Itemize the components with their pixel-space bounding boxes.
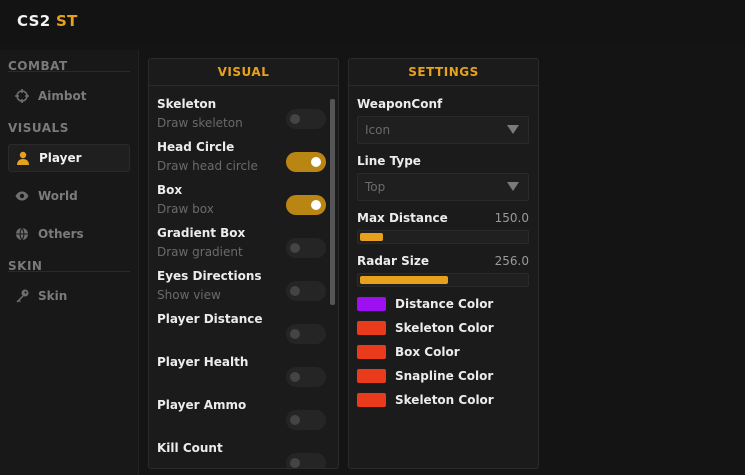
color-swatch[interactable] <box>357 393 386 407</box>
sidebar: COMBAT Aimbot VISUALS Player World Other… <box>0 50 139 475</box>
toggle-knob <box>290 286 300 296</box>
visual-option-row: Gradient Box Draw gradient <box>157 226 326 259</box>
sidebar-divider <box>8 271 130 272</box>
option-toggle[interactable] <box>286 367 326 387</box>
app-title-accent: ST <box>55 12 78 30</box>
color-setting-row: Box Color <box>357 345 460 359</box>
sidebar-item-label: World <box>38 189 78 203</box>
sidebar-item-label: Others <box>38 227 84 241</box>
color-label: Distance Color <box>395 297 494 311</box>
color-setting-row: Snapline Color <box>357 369 493 383</box>
sidebar-item-world[interactable]: World <box>8 182 130 210</box>
option-toggle[interactable] <box>286 152 326 172</box>
chevron-down-icon <box>507 182 519 191</box>
color-swatch[interactable] <box>357 369 386 383</box>
toggle-knob <box>290 415 300 425</box>
sidebar-item-player[interactable]: Player <box>8 144 130 172</box>
sidebar-divider <box>8 71 130 72</box>
option-toggle[interactable] <box>286 324 326 344</box>
visual-option-row: Box Draw box <box>157 183 326 216</box>
sidebar-item-label: Aimbot <box>38 89 87 103</box>
toggle-knob <box>290 458 300 468</box>
radar-size-value: 256.0 <box>494 254 529 268</box>
visual-option-row: Player Ammo <box>157 398 326 430</box>
visual-scrollbar[interactable] <box>330 99 335 305</box>
max-distance-fill <box>360 233 383 241</box>
line-type-dropdown[interactable]: Top <box>357 173 529 201</box>
option-toggle[interactable] <box>286 281 326 301</box>
weapon-conf-label: WeaponConf <box>357 97 443 111</box>
color-swatch[interactable] <box>357 345 386 359</box>
settings-panel: SETTINGS WeaponConf Icon Line Type Top M… <box>348 58 539 469</box>
visual-option-row: Head Circle Draw head circle <box>157 140 326 173</box>
weapon-conf-value: Icon <box>365 123 391 137</box>
color-swatch[interactable] <box>357 321 386 335</box>
visual-panel-header: VISUAL <box>149 59 338 86</box>
max-distance-slider[interactable] <box>357 230 529 244</box>
toggle-knob <box>311 200 321 210</box>
color-label: Box Color <box>395 345 460 359</box>
option-toggle[interactable] <box>286 195 326 215</box>
title-bar: CS2 ST <box>0 0 745 44</box>
color-swatch[interactable] <box>357 297 386 311</box>
sidebar-item-others[interactable]: Others <box>8 220 130 248</box>
eye-icon <box>15 189 29 203</box>
settings-panel-header: SETTINGS <box>349 59 538 86</box>
app-title: CS2 <box>17 12 51 30</box>
person-icon <box>16 151 30 165</box>
key-icon <box>15 289 29 303</box>
max-distance-value: 150.0 <box>494 211 529 225</box>
sidebar-item-skin[interactable]: Skin <box>8 282 130 310</box>
radar-size-label: Radar Size <box>357 254 429 268</box>
toggle-knob <box>290 243 300 253</box>
visual-option-row: Skeleton Draw skeleton <box>157 97 326 130</box>
visual-option-row: Player Distance <box>157 312 326 344</box>
line-type-label: Line Type <box>357 154 421 168</box>
toggle-knob <box>290 329 300 339</box>
option-toggle[interactable] <box>286 238 326 258</box>
sidebar-section-visuals: VISUALS <box>8 121 69 135</box>
option-toggle[interactable] <box>286 410 326 430</box>
globe-icon <box>15 227 29 241</box>
max-distance-label: Max Distance <box>357 211 448 225</box>
line-type-value: Top <box>365 180 386 194</box>
toggle-knob <box>290 372 300 382</box>
crosshair-icon <box>15 89 29 103</box>
sidebar-item-label: Skin <box>38 289 68 303</box>
visual-option-row: Eyes Directions Show view <box>157 269 326 302</box>
option-toggle[interactable] <box>286 109 326 129</box>
visual-panel: VISUAL Skeleton Draw skeleton Head Circle D… <box>148 58 339 469</box>
chevron-down-icon <box>507 125 519 134</box>
app-logo: CS2 ST <box>17 12 78 30</box>
sidebar-item-aimbot[interactable]: Aimbot <box>8 82 130 110</box>
color-label: Skeleton Color <box>395 321 494 335</box>
option-toggle[interactable] <box>286 453 326 468</box>
radar-size-fill <box>360 276 448 284</box>
radar-size-slider[interactable] <box>357 273 529 287</box>
weapon-conf-dropdown[interactable]: Icon <box>357 116 529 144</box>
sidebar-item-label: Player <box>39 151 82 165</box>
color-setting-row: Distance Color <box>357 297 493 311</box>
toggle-knob <box>290 114 300 124</box>
color-setting-row: Skeleton Color <box>357 321 494 335</box>
toggle-knob <box>311 157 321 167</box>
color-label: Skeleton Color <box>395 393 494 407</box>
color-label: Snapline Color <box>395 369 494 383</box>
color-setting-row: Skeleton Color <box>357 393 494 407</box>
visual-option-row: Player Health <box>157 355 326 387</box>
visual-option-row: Kill Count <box>157 441 326 468</box>
